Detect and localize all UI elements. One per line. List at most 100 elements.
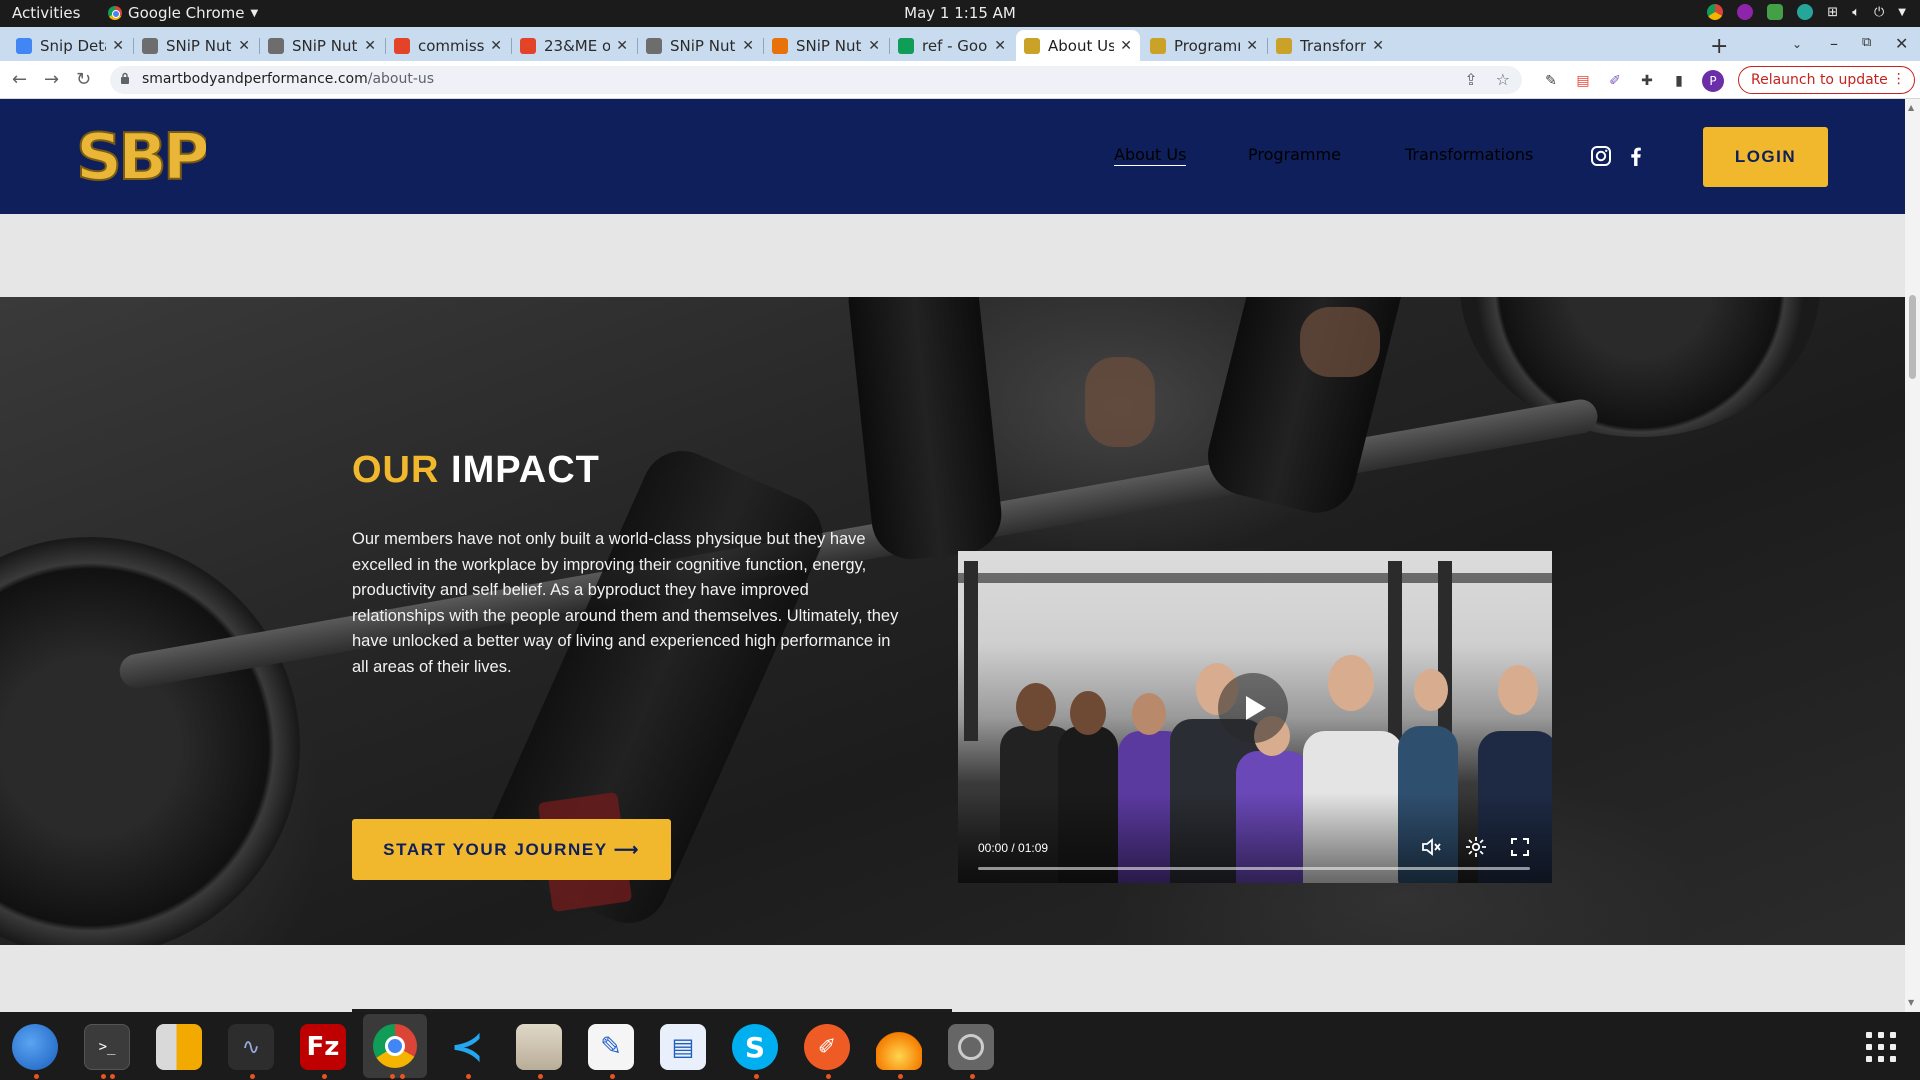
close-tab-icon[interactable]: ✕ xyxy=(994,38,1006,54)
tab-9[interactable]: Programme - ✕ xyxy=(1142,30,1266,61)
app-menu[interactable]: Google Chrome ▼ xyxy=(108,4,258,22)
running-indicator xyxy=(390,1074,395,1079)
tab-4[interactable]: 23&ME order ✕ xyxy=(512,30,636,61)
tab-0[interactable]: Snip Details - ✕ xyxy=(8,30,132,61)
scroll-thumb[interactable] xyxy=(1909,295,1916,379)
page-scrollbar[interactable]: ▲ ▼ xyxy=(1905,99,1920,1012)
skype-icon[interactable]: S xyxy=(732,1024,778,1070)
login-button[interactable]: LOGIN xyxy=(1703,127,1828,187)
thunderbird-icon[interactable] xyxy=(12,1024,58,1070)
running-indicator xyxy=(826,1074,831,1079)
calculator-icon[interactable] xyxy=(156,1024,202,1070)
chrome-tray-icon[interactable] xyxy=(1707,4,1724,20)
activities-button[interactable]: Activities xyxy=(12,4,80,22)
scroll-down-arrow[interactable]: ▼ xyxy=(1908,998,1914,1007)
person-head xyxy=(1414,669,1448,711)
clock[interactable]: May 1 1:15 AM xyxy=(0,4,1920,22)
eyedropper-extension-icon[interactable]: ✎ xyxy=(1542,72,1560,90)
network-icon[interactable]: ⊞ xyxy=(1827,5,1838,20)
video-progress-bar[interactable] xyxy=(978,867,1530,870)
tab-label: commission_ xyxy=(418,36,485,55)
postman-icon[interactable]: ✐ xyxy=(804,1024,850,1070)
chrome-icon xyxy=(373,1024,417,1068)
minimize-button[interactable]: – xyxy=(1830,34,1838,53)
close-tab-icon[interactable]: ✕ xyxy=(616,38,628,54)
vscode-icon[interactable]: ≺ xyxy=(444,1024,490,1070)
chrome-dock-icon[interactable] xyxy=(363,1014,427,1078)
new-tab-button[interactable]: + xyxy=(1710,34,1728,59)
facebook-icon[interactable] xyxy=(1625,145,1647,167)
settings-gear-icon[interactable] xyxy=(1464,835,1488,859)
reload-icon[interactable]: ↻ xyxy=(76,69,91,90)
tab-10[interactable]: Transformat ✕ xyxy=(1268,30,1392,61)
close-tab-icon[interactable]: ✕ xyxy=(112,38,124,54)
writer-icon[interactable]: ▤ xyxy=(660,1024,706,1070)
snip-orange-icon xyxy=(772,37,788,54)
close-tab-icon[interactable]: ✕ xyxy=(1120,38,1132,54)
pen-extension-icon[interactable]: ✐ xyxy=(1606,72,1624,90)
start-your-journey-button[interactable]: START YOUR JOURNEY ⟶ xyxy=(352,819,671,880)
browser-toolbar: ← → ↻ smartbodyandperformance.com/about-… xyxy=(0,61,1920,99)
puzzle-extensions-icon[interactable]: ✚ xyxy=(1638,72,1656,90)
close-tab-icon[interactable]: ✕ xyxy=(1246,38,1258,54)
instagram-icon[interactable] xyxy=(1590,145,1612,167)
bookmark-star-icon[interactable]: ☆ xyxy=(1496,70,1510,89)
text-editor-icon[interactable]: ✎ xyxy=(588,1024,634,1070)
tab-7[interactable]: ref - Google S ✕ xyxy=(890,30,1014,61)
filezilla-icon[interactable]: Fz xyxy=(300,1024,346,1070)
tab-8[interactable]: About Us — I ✕ xyxy=(1016,30,1140,61)
impact-video-player[interactable]: 00:00 / 01:09 xyxy=(958,551,1552,883)
address-bar[interactable]: smartbodyandperformance.com/about-us ⇪ ☆ xyxy=(110,66,1522,94)
tab-1[interactable]: SNiP Nutrige ✕ xyxy=(134,30,258,61)
url-text[interactable]: smartbodyandperformance.com/about-us xyxy=(142,71,434,87)
running-indicator xyxy=(101,1074,106,1079)
power-icon[interactable]: ⏻ xyxy=(1874,5,1884,20)
fullscreen-icon[interactable] xyxy=(1508,835,1532,859)
sbp-logo[interactable]: SBP xyxy=(76,121,206,189)
disk-app-icon[interactable] xyxy=(948,1024,994,1070)
update-tray-icon[interactable] xyxy=(1767,4,1784,20)
share-icon[interactable]: ⇪ xyxy=(1464,70,1477,89)
files-icon[interactable] xyxy=(516,1024,562,1070)
volume-icon[interactable] xyxy=(1420,835,1444,859)
side-panel-icon[interactable]: ▮ xyxy=(1670,72,1688,90)
extension-tray-icon[interactable] xyxy=(1737,4,1754,20)
close-tab-icon[interactable]: ✕ xyxy=(1372,38,1384,54)
system-monitor-icon[interactable]: ∿ xyxy=(228,1024,274,1070)
back-icon[interactable]: ← xyxy=(12,69,27,90)
profile-avatar[interactable]: P xyxy=(1702,70,1724,92)
sync-tray-icon[interactable] xyxy=(1797,4,1814,20)
video-play-button[interactable] xyxy=(1218,673,1288,743)
snip-icon xyxy=(646,37,662,54)
relaunch-to-update-button[interactable]: Relaunch to update ⋮ xyxy=(1738,66,1915,94)
close-window-button[interactable]: ✕ xyxy=(1895,34,1908,53)
tab-search-icon[interactable]: ⌄ xyxy=(1792,37,1802,51)
calendar-extension-icon[interactable]: ▤ xyxy=(1574,72,1592,90)
system-tray[interactable]: ⊞ 🔈︎ ⏻ ▼ xyxy=(1707,4,1906,20)
nav-transformations[interactable]: Transformations xyxy=(1405,145,1533,164)
terminal-icon[interactable]: >_ xyxy=(84,1024,130,1070)
volume-icon[interactable]: 🔈︎ xyxy=(1852,5,1860,20)
person-head xyxy=(1328,655,1374,711)
nav-about-us[interactable]: About Us xyxy=(1114,145,1187,166)
gym-rack-top xyxy=(958,573,1552,583)
close-tab-icon[interactable]: ✕ xyxy=(490,38,502,54)
restore-button[interactable]: ⧉ xyxy=(1862,35,1871,50)
close-tab-icon[interactable]: ✕ xyxy=(364,38,376,54)
scroll-up-arrow[interactable]: ▲ xyxy=(1908,103,1914,112)
tab-3[interactable]: commission_ ✕ xyxy=(386,30,510,61)
show-apps-grid-icon[interactable] xyxy=(1866,1032,1896,1062)
tab-6[interactable]: SNiP Nutritio ✕ xyxy=(764,30,888,61)
menu-dots-icon: ⋮ xyxy=(1891,71,1906,87)
tab-5[interactable]: SNiP Nutrige ✕ xyxy=(638,30,762,61)
tab-2[interactable]: SNiP Nutrige ✕ xyxy=(260,30,384,61)
nav-programme[interactable]: Programme xyxy=(1248,145,1341,164)
close-tab-icon[interactable]: ✕ xyxy=(238,38,250,54)
play-icon xyxy=(1246,696,1266,720)
flame-app-icon[interactable] xyxy=(876,1024,922,1070)
close-tab-icon[interactable]: ✕ xyxy=(868,38,880,54)
impact-heading-rest: IMPACT xyxy=(451,449,600,491)
chevron-down-icon[interactable]: ▼ xyxy=(1898,7,1906,18)
close-tab-icon[interactable]: ✕ xyxy=(742,38,754,54)
forward-icon[interactable]: → xyxy=(44,69,59,90)
